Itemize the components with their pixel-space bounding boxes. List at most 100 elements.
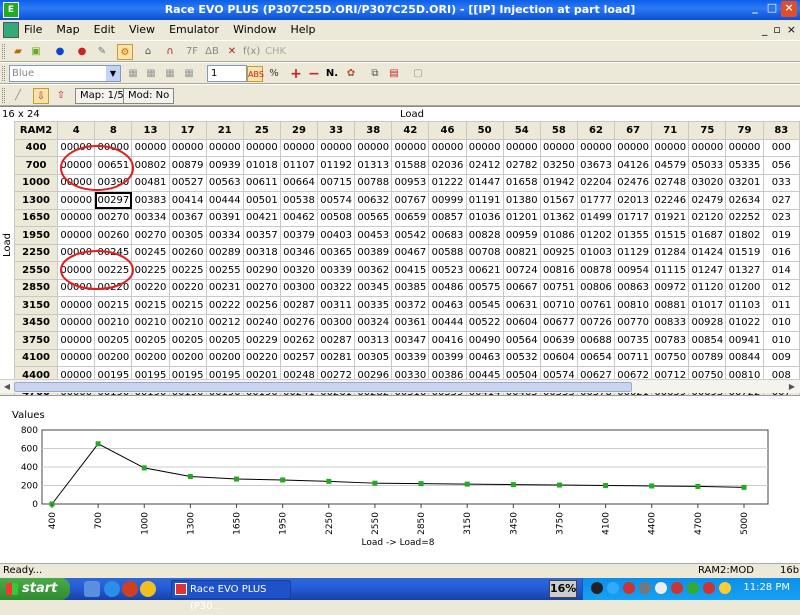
map-cell[interactable]: 00767 [391, 191, 430, 210]
map-cell[interactable]: 00542 [391, 226, 430, 245]
tray-icon-1[interactable] [591, 582, 603, 594]
map-cell[interactable]: 00000 [391, 138, 430, 157]
map-cell[interactable]: 01115 [651, 261, 690, 280]
data-point[interactable] [234, 476, 240, 482]
map-cell[interactable]: 00000 [168, 138, 207, 157]
map-cell[interactable]: 00205 [168, 331, 207, 350]
map-cell[interactable]: 00000 [57, 296, 96, 315]
map-cell[interactable]: 01022 [725, 313, 764, 332]
lock-icon[interactable]: ▢ [410, 66, 426, 82]
map-cell[interactable]: 00688 [576, 331, 616, 350]
map-cell[interactable]: 00575 [465, 278, 504, 297]
column-header[interactable]: 25 [242, 121, 281, 140]
map-cell[interactable]: 012 [762, 278, 800, 297]
pencil-icon[interactable]: ╱ [10, 88, 26, 104]
map-cell[interactable]: 00281 [317, 348, 356, 367]
map-cell[interactable]: 00215 [168, 296, 207, 315]
map-cell[interactable]: 00000 [57, 313, 96, 332]
map-cell[interactable]: 00324 [354, 313, 393, 332]
map-cell[interactable]: 04579 [651, 156, 690, 175]
map-cell[interactable]: 00270 [131, 226, 170, 245]
map-cell[interactable]: 00262 [279, 331, 319, 350]
maximize-button[interactable]: □ [764, 1, 780, 17]
map-cell[interactable]: 014 [762, 261, 800, 280]
row-header[interactable]: 3150 [13, 296, 59, 315]
map-cell[interactable]: 00220 [94, 278, 133, 297]
map-cell[interactable]: 00215 [94, 296, 133, 315]
map-cell[interactable]: 00311 [317, 296, 356, 315]
row-header[interactable]: 4100 [13, 348, 59, 367]
map-cell[interactable]: 00225 [94, 261, 133, 280]
column-header[interactable]: 4 [57, 121, 96, 140]
map-cell[interactable]: 00220 [131, 278, 170, 297]
column-header[interactable]: 29 [279, 121, 319, 140]
map-cell[interactable]: 00659 [391, 208, 430, 227]
map-cell[interactable]: 00000 [576, 138, 616, 157]
map-cell[interactable]: 00735 [614, 331, 653, 350]
map-cell[interactable]: 00210 [131, 313, 170, 332]
map-cell[interactable]: 00564 [502, 331, 541, 350]
map-cell[interactable]: 00300 [317, 313, 356, 332]
map-cell[interactable]: 011 [762, 296, 800, 315]
map-cell[interactable]: 00604 [502, 313, 541, 332]
column-header[interactable]: 79 [725, 121, 764, 140]
fx-icon[interactable]: f(x) [243, 44, 260, 60]
data-point[interactable] [510, 482, 516, 488]
map-cell[interactable]: 009 [762, 348, 800, 367]
map-cell[interactable]: 00335 [354, 296, 393, 315]
map-cell[interactable]: 00000 [57, 138, 96, 157]
map-cell[interactable]: 00200 [94, 348, 133, 367]
menu-item-map[interactable]: Map [56, 23, 79, 36]
map-cell[interactable]: 00954 [614, 261, 653, 280]
map-cell[interactable]: 01086 [539, 226, 578, 245]
map-cell[interactable]: 019 [762, 226, 800, 245]
map-cell[interactable]: 00844 [725, 348, 764, 367]
close-button[interactable]: × [781, 1, 797, 17]
map-cell[interactable]: 00000 [725, 138, 764, 157]
map-cell[interactable]: 00215 [131, 296, 170, 315]
copy-icon[interactable]: ⧉ [367, 66, 383, 82]
tray-icon-2[interactable] [607, 582, 619, 594]
map-cell[interactable]: 00501 [242, 191, 281, 210]
map-cell[interactable]: 02246 [651, 191, 690, 210]
map-cell[interactable]: 00565 [354, 208, 393, 227]
map-cell[interactable]: 00751 [539, 278, 578, 297]
map-cell[interactable]: 03673 [576, 156, 616, 175]
map-cell[interactable]: 00200 [205, 348, 244, 367]
map-cell[interactable]: 00210 [168, 313, 207, 332]
map-cell[interactable]: 00416 [428, 331, 467, 350]
save-icon[interactable]: ▣ [28, 44, 44, 60]
map-cell[interactable]: 00289 [205, 243, 244, 262]
grid3-icon[interactable]: ▦ [162, 66, 178, 82]
map-cell[interactable]: 00833 [651, 313, 690, 332]
desktop-icon[interactable] [84, 581, 100, 597]
map-cell[interactable]: 00000 [57, 243, 96, 262]
map-cell[interactable]: 00000 [279, 138, 319, 157]
map-cell[interactable]: 00453 [354, 226, 393, 245]
toolbar-grip[interactable] [2, 66, 5, 81]
step-input[interactable]: 1 [207, 65, 247, 82]
map-cell[interactable]: 00220 [242, 348, 281, 367]
paint-icon[interactable]: ✿ [343, 66, 359, 82]
map-cell[interactable]: 00863 [614, 278, 653, 297]
map-cell[interactable]: 00000 [614, 138, 653, 157]
map-cell[interactable]: 00240 [242, 313, 281, 332]
map-cell[interactable]: 00260 [168, 243, 207, 262]
map-cell[interactable]: 027 [762, 191, 800, 210]
column-header[interactable]: 33 [317, 121, 356, 140]
record-icon[interactable]: ● [74, 44, 90, 60]
map-cell[interactable]: 00000 [57, 156, 96, 175]
map-cell[interactable]: 02634 [725, 191, 764, 210]
map-cell[interactable]: 02782 [502, 156, 541, 175]
map-cell[interactable]: 00538 [279, 191, 319, 210]
start-button[interactable]: start [0, 578, 70, 600]
map-cell[interactable]: 02204 [576, 173, 616, 192]
map-cell[interactable]: 01313 [354, 156, 393, 175]
map-cell[interactable]: 00000 [57, 173, 96, 192]
map-cell[interactable]: 00802 [131, 156, 170, 175]
map-cell[interactable]: 03250 [539, 156, 578, 175]
column-header[interactable]: 8 [94, 121, 133, 140]
map-cell[interactable]: 00383 [131, 191, 170, 210]
map-cell[interactable]: 00000 [57, 226, 96, 245]
column-header[interactable]: 17 [168, 121, 207, 140]
